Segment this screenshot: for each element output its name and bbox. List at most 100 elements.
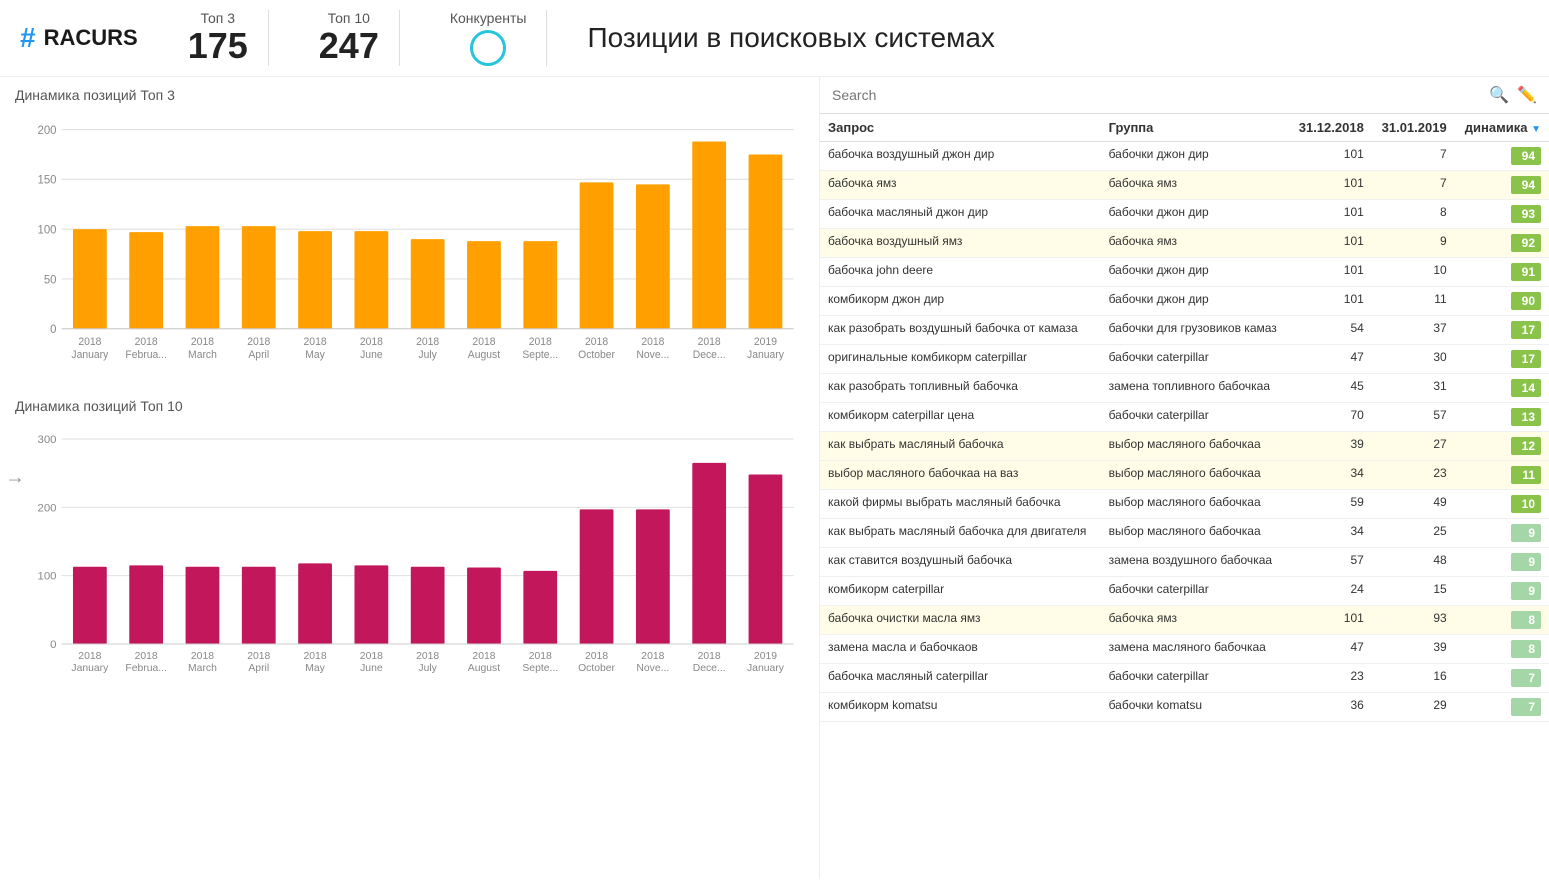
- svg-text:100: 100: [37, 571, 56, 583]
- cell-group: бабочка ямз: [1101, 606, 1289, 635]
- cell-group: бабочки caterpillar: [1101, 664, 1289, 693]
- svg-text:Februa...: Februa...: [125, 663, 167, 674]
- chart1-section: Динамика позиций Топ 3 0501001502002018J…: [15, 87, 804, 388]
- cell-group: бабочки джон дир: [1101, 258, 1289, 287]
- cell-query: как разобрать топливный бабочка: [820, 374, 1101, 403]
- svg-text:0: 0: [50, 323, 57, 336]
- cell-dyn: 94: [1455, 171, 1549, 200]
- cell-date1: 34: [1289, 461, 1372, 490]
- cell-group: бабочки джон дир: [1101, 200, 1289, 229]
- cell-date1: 70: [1289, 403, 1372, 432]
- cell-group: бабочки caterpillar: [1101, 345, 1289, 374]
- svg-text:July: July: [418, 663, 437, 674]
- svg-text:50: 50: [44, 273, 57, 286]
- svg-text:May: May: [305, 663, 326, 674]
- chart2-container: 01002003002018January2018Februa...2018Ma…: [15, 419, 804, 699]
- svg-text:March: March: [188, 663, 217, 674]
- cell-date2: 93: [1372, 606, 1455, 635]
- cell-group: замена масляного бабочкаа: [1101, 635, 1289, 664]
- cell-dyn: 9: [1455, 548, 1549, 577]
- svg-text:August: August: [468, 663, 500, 674]
- cell-dyn: 93: [1455, 200, 1549, 229]
- search-input[interactable]: [832, 87, 1481, 103]
- table-row: бабочка john deere бабочки джон дир 101 …: [820, 258, 1549, 287]
- svg-text:2018: 2018: [191, 336, 214, 348]
- cell-query: как ставится воздушный бабочка: [820, 548, 1101, 577]
- col-dyn-header[interactable]: динамика ▼: [1455, 114, 1549, 142]
- chart2-title: Динамика позиций Топ 10: [15, 398, 804, 414]
- cell-group: замена воздушного бабочкаа: [1101, 548, 1289, 577]
- cell-dyn: 10: [1455, 490, 1549, 519]
- table-row: выбор масляного бабочкаа на ваз выбор ма…: [820, 461, 1549, 490]
- cell-query: выбор масляного бабочкаа на ваз: [820, 461, 1101, 490]
- svg-text:2018: 2018: [585, 651, 608, 662]
- cell-date2: 7: [1372, 171, 1455, 200]
- table-panel: 🔍 ✏️ Запрос Группа 31.12.2018 31.01.2019…: [820, 77, 1549, 879]
- cell-dyn: 90: [1455, 287, 1549, 316]
- cell-group: бабочка ямз: [1101, 229, 1289, 258]
- svg-text:Septe...: Septe...: [522, 349, 558, 361]
- cell-query: бабочка воздушный джон дир: [820, 142, 1101, 171]
- top10-label: Топ 10: [328, 10, 370, 26]
- cell-dyn: 91: [1455, 258, 1549, 287]
- svg-text:Septe...: Septe...: [522, 663, 558, 674]
- cell-date2: 9: [1372, 229, 1455, 258]
- header: # RACURS Топ 3 175 Топ 10 247 Конкуренты…: [0, 0, 1549, 77]
- edit-icon[interactable]: ✏️: [1517, 85, 1537, 105]
- svg-text:2018: 2018: [472, 651, 495, 662]
- sort-arrow-icon: ▼: [1531, 124, 1541, 135]
- main-content: → Динамика позиций Топ 3 050100150200201…: [0, 77, 1549, 879]
- cell-query: как разобрать воздушный бабочка от камаз…: [820, 316, 1101, 345]
- table-row: замена масла и бабочкаов замена масляног…: [820, 635, 1549, 664]
- chart1-container: 0501001502002018January2018Februa...2018…: [15, 108, 804, 388]
- table-row: комбикорм caterpillar цена бабочки cater…: [820, 403, 1549, 432]
- cell-dyn: 11: [1455, 461, 1549, 490]
- svg-text:300: 300: [37, 434, 56, 446]
- svg-text:2018: 2018: [135, 651, 158, 662]
- svg-text:July: July: [418, 349, 437, 361]
- svg-text:200: 200: [37, 124, 57, 137]
- cell-dyn: 9: [1455, 519, 1549, 548]
- cell-dyn: 7: [1455, 693, 1549, 722]
- cell-date2: 16: [1372, 664, 1455, 693]
- table-row: как выбрать масляный бабочка выбор масля…: [820, 432, 1549, 461]
- svg-text:June: June: [360, 663, 383, 674]
- cell-dyn: 14: [1455, 374, 1549, 403]
- cell-date1: 47: [1289, 635, 1372, 664]
- svg-text:2018: 2018: [247, 336, 270, 348]
- table-row: бабочка очистки масла ямз бабочка ямз 10…: [820, 606, 1549, 635]
- col-group-header[interactable]: Группа: [1101, 114, 1289, 142]
- svg-text:2018: 2018: [641, 336, 664, 348]
- svg-text:January: January: [747, 663, 785, 674]
- cell-dyn: 94: [1455, 142, 1549, 171]
- cell-dyn: 8: [1455, 606, 1549, 635]
- table-row: бабочка масляный caterpillar бабочки cat…: [820, 664, 1549, 693]
- chart2-section: Динамика позиций Топ 10 01002003002018Ja…: [15, 398, 804, 699]
- cell-date1: 57: [1289, 548, 1372, 577]
- logo: # RACURS: [20, 22, 138, 54]
- svg-text:2018: 2018: [529, 336, 552, 348]
- cell-date2: 37: [1372, 316, 1455, 345]
- svg-text:October: October: [578, 663, 616, 674]
- svg-text:2018: 2018: [641, 651, 664, 662]
- cell-query: какой фирмы выбрать масляный бабочка: [820, 490, 1101, 519]
- table-row: как выбрать масляный бабочка для двигате…: [820, 519, 1549, 548]
- svg-text:2018: 2018: [360, 336, 383, 348]
- cell-query: комбикорм komatsu: [820, 693, 1101, 722]
- logo-hash-icon: #: [20, 22, 36, 54]
- cell-query: бабочка очистки масла ямз: [820, 606, 1101, 635]
- table-row: бабочка ямз бабочка ямз 101 7 94: [820, 171, 1549, 200]
- cell-query: бабочка масляный caterpillar: [820, 664, 1101, 693]
- cell-dyn: 7: [1455, 664, 1549, 693]
- cell-date1: 47: [1289, 345, 1372, 374]
- cell-group: бабочки caterpillar: [1101, 403, 1289, 432]
- cell-date1: 59: [1289, 490, 1372, 519]
- cell-group: выбор масляного бабочкаа: [1101, 519, 1289, 548]
- cell-date2: 49: [1372, 490, 1455, 519]
- svg-text:2018: 2018: [304, 651, 327, 662]
- col-date2-header[interactable]: 31.01.2019: [1372, 114, 1455, 142]
- col-query-header[interactable]: Запрос: [820, 114, 1101, 142]
- col-date1-header[interactable]: 31.12.2018: [1289, 114, 1372, 142]
- cell-group: бабочки komatsu: [1101, 693, 1289, 722]
- svg-text:Nove...: Nove...: [636, 349, 669, 361]
